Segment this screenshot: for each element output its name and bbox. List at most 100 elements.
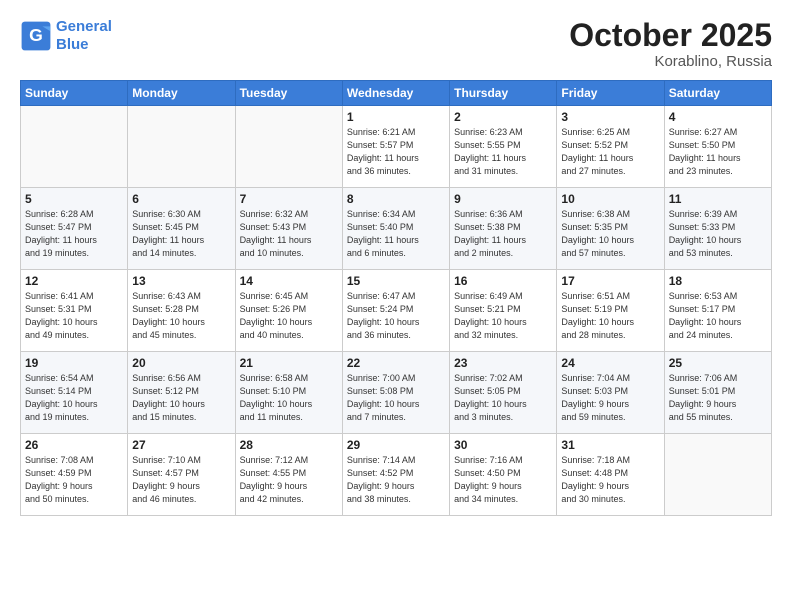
calendar-cell: 17 Sunrise: 6:51 AM Sunset: 5:19 PM Dayli…	[557, 270, 664, 352]
day-number: 20	[132, 356, 230, 370]
day-info: Sunrise: 6:36 AM Sunset: 5:38 PM Dayligh…	[454, 208, 552, 260]
calendar-cell: 4Sunrise: 6:27 AM Sunset: 5:50 PM Daylig…	[664, 106, 771, 188]
calendar-cell: 30Sunrise: 7:16 AM Sunset: 4:50 PM Dayli…	[450, 434, 557, 516]
calendar-cell	[235, 106, 342, 188]
day-info: Sunrise: 7:00 AM Sunset: 5:08 PM Dayligh…	[347, 372, 445, 424]
day-info: Sunrise: 6:30 AM Sunset: 5:45 PM Dayligh…	[132, 208, 230, 260]
page-header: G General Blue October 2025 Korablino, R…	[20, 18, 772, 70]
day-info: Sunrise: 7:02 AM Sunset: 5:05 PM Dayligh…	[454, 372, 552, 424]
day-info: Sunrise: 6:32 AM Sunset: 5:43 PM Dayligh…	[240, 208, 338, 260]
calendar-cell: 18 Sunrise: 6:53 AM Sunset: 5:17 PM Dayli…	[664, 270, 771, 352]
day-info: Sunrise: 6:53 AM Sunset: 5:17 PM Dayligh…	[669, 290, 767, 342]
day-info: Sunrise: 6:47 AM Sunset: 5:24 PM Dayligh…	[347, 290, 445, 342]
calendar-cell: 15Sunrise: 6:47 AM Sunset: 5:24 PM Dayli…	[342, 270, 449, 352]
calendar-cell: 9 Sunrise: 6:36 AM Sunset: 5:38 PM Daylig…	[450, 188, 557, 270]
day-info: Sunrise: 6:41 AM Sunset: 5:31 PM Dayligh…	[25, 290, 123, 342]
day-number: 31	[561, 438, 659, 452]
day-info: Sunrise: 6:25 AM Sunset: 5:52 PM Dayligh…	[561, 126, 659, 178]
weekday-header-tuesday: Tuesday	[235, 81, 342, 106]
calendar-cell: 5Sunrise: 6:28 AM Sunset: 5:47 PM Daylig…	[21, 188, 128, 270]
day-number: 21	[240, 356, 338, 370]
day-number: 16	[454, 274, 552, 288]
weekday-header-saturday: Saturday	[664, 81, 771, 106]
day-number: 10	[561, 192, 659, 206]
calendar-cell: 10 Sunrise: 6:38 AM Sunset: 5:35 PM Dayli…	[557, 188, 664, 270]
day-info: Sunrise: 7:18 AM Sunset: 4:48 PM Dayligh…	[561, 454, 659, 506]
day-number: 9	[454, 192, 552, 206]
calendar-cell: 13Sunrise: 6:43 AM Sunset: 5:28 PM Dayli…	[128, 270, 235, 352]
calendar-cell: 2 Sunrise: 6:23 AM Sunset: 5:55 PM Daylig…	[450, 106, 557, 188]
day-info: Sunrise: 6:38 AM Sunset: 5:35 PM Dayligh…	[561, 208, 659, 260]
calendar-cell: 28 Sunrise: 7:12 AM Sunset: 4:55 PM Dayli…	[235, 434, 342, 516]
day-info: Sunrise: 7:04 AM Sunset: 5:03 PM Dayligh…	[561, 372, 659, 424]
calendar-cell: 1 Sunrise: 6:21 AM Sunset: 5:57 PM Daylig…	[342, 106, 449, 188]
day-number: 24	[561, 356, 659, 370]
day-number: 5	[25, 192, 123, 206]
calendar-cell: 24 Sunrise: 7:04 AM Sunset: 5:03 PM Dayli…	[557, 352, 664, 434]
day-info: Sunrise: 6:45 AM Sunset: 5:26 PM Dayligh…	[240, 290, 338, 342]
day-number: 22	[347, 356, 445, 370]
day-info: Sunrise: 7:06 AM Sunset: 5:01 PM Dayligh…	[669, 372, 767, 424]
day-number: 12	[25, 274, 123, 288]
day-number: 17	[561, 274, 659, 288]
logo-icon: G	[20, 20, 52, 52]
day-number: 23	[454, 356, 552, 370]
day-number: 11	[669, 192, 767, 206]
calendar-cell: 27 Sunrise: 7:10 AM Sunset: 4:57 PM Dayli…	[128, 434, 235, 516]
day-number: 14	[240, 274, 338, 288]
svg-text:G: G	[29, 25, 43, 45]
calendar-cell: 3 Sunrise: 6:25 AM Sunset: 5:52 PM Daylig…	[557, 106, 664, 188]
month-title: October 2025	[569, 18, 772, 53]
day-info: Sunrise: 6:34 AM Sunset: 5:40 PM Dayligh…	[347, 208, 445, 260]
calendar-cell: 11 Sunrise: 6:39 AM Sunset: 5:33 PM Dayli…	[664, 188, 771, 270]
calendar-cell: 20Sunrise: 6:56 AM Sunset: 5:12 PM Dayli…	[128, 352, 235, 434]
day-number: 27	[132, 438, 230, 452]
calendar-cell: 8 Sunrise: 6:34 AM Sunset: 5:40 PM Daylig…	[342, 188, 449, 270]
day-info: Sunrise: 6:43 AM Sunset: 5:28 PM Dayligh…	[132, 290, 230, 342]
day-number: 28	[240, 438, 338, 452]
day-info: Sunrise: 6:51 AM Sunset: 5:19 PM Dayligh…	[561, 290, 659, 342]
calendar-cell: 26Sunrise: 7:08 AM Sunset: 4:59 PM Dayli…	[21, 434, 128, 516]
calendar-cell: 19 Sunrise: 6:54 AM Sunset: 5:14 PM Dayli…	[21, 352, 128, 434]
day-number: 1	[347, 110, 445, 124]
weekday-header-monday: Monday	[128, 81, 235, 106]
day-info: Sunrise: 6:54 AM Sunset: 5:14 PM Dayligh…	[25, 372, 123, 424]
calendar-cell: 16 Sunrise: 6:49 AM Sunset: 5:21 PM Dayli…	[450, 270, 557, 352]
day-number: 2	[454, 110, 552, 124]
calendar-cell	[21, 106, 128, 188]
location: Korablino, Russia	[569, 53, 772, 70]
calendar-cell: 23 Sunrise: 7:02 AM Sunset: 5:05 PM Dayli…	[450, 352, 557, 434]
day-info: Sunrise: 7:12 AM Sunset: 4:55 PM Dayligh…	[240, 454, 338, 506]
calendar-cell: 21 Sunrise: 6:58 AM Sunset: 5:10 PM Dayli…	[235, 352, 342, 434]
day-number: 19	[25, 356, 123, 370]
day-number: 18	[669, 274, 767, 288]
day-number: 4	[669, 110, 767, 124]
weekday-header-sunday: Sunday	[21, 81, 128, 106]
day-number: 25	[669, 356, 767, 370]
day-number: 29	[347, 438, 445, 452]
calendar-cell: 12 Sunrise: 6:41 AM Sunset: 5:31 PM Dayli…	[21, 270, 128, 352]
calendar-cell: 6 Sunrise: 6:30 AM Sunset: 5:45 PM Daylig…	[128, 188, 235, 270]
day-number: 30	[454, 438, 552, 452]
calendar-cell: 29Sunrise: 7:14 AM Sunset: 4:52 PM Dayli…	[342, 434, 449, 516]
day-info: Sunrise: 6:49 AM Sunset: 5:21 PM Dayligh…	[454, 290, 552, 342]
weekday-header-wednesday: Wednesday	[342, 81, 449, 106]
weekday-header-thursday: Thursday	[450, 81, 557, 106]
calendar-cell: 22 Sunrise: 7:00 AM Sunset: 5:08 PM Dayli…	[342, 352, 449, 434]
day-info: Sunrise: 6:58 AM Sunset: 5:10 PM Dayligh…	[240, 372, 338, 424]
title-block: October 2025 Korablino, Russia	[569, 18, 772, 70]
weekday-header-friday: Friday	[557, 81, 664, 106]
day-number: 8	[347, 192, 445, 206]
logo-text: General Blue	[56, 18, 112, 54]
logo: G General Blue	[20, 18, 112, 54]
calendar-table: SundayMondayTuesdayWednesdayThursdayFrid…	[20, 80, 772, 516]
calendar-cell: 14 Sunrise: 6:45 AM Sunset: 5:26 PM Dayli…	[235, 270, 342, 352]
day-info: Sunrise: 6:39 AM Sunset: 5:33 PM Dayligh…	[669, 208, 767, 260]
calendar-cell	[128, 106, 235, 188]
calendar-cell: 25 Sunrise: 7:06 AM Sunset: 5:01 PM Dayli…	[664, 352, 771, 434]
day-number: 6	[132, 192, 230, 206]
day-info: Sunrise: 6:21 AM Sunset: 5:57 PM Dayligh…	[347, 126, 445, 178]
day-number: 3	[561, 110, 659, 124]
day-info: Sunrise: 6:23 AM Sunset: 5:55 PM Dayligh…	[454, 126, 552, 178]
day-info: Sunrise: 7:10 AM Sunset: 4:57 PM Dayligh…	[132, 454, 230, 506]
